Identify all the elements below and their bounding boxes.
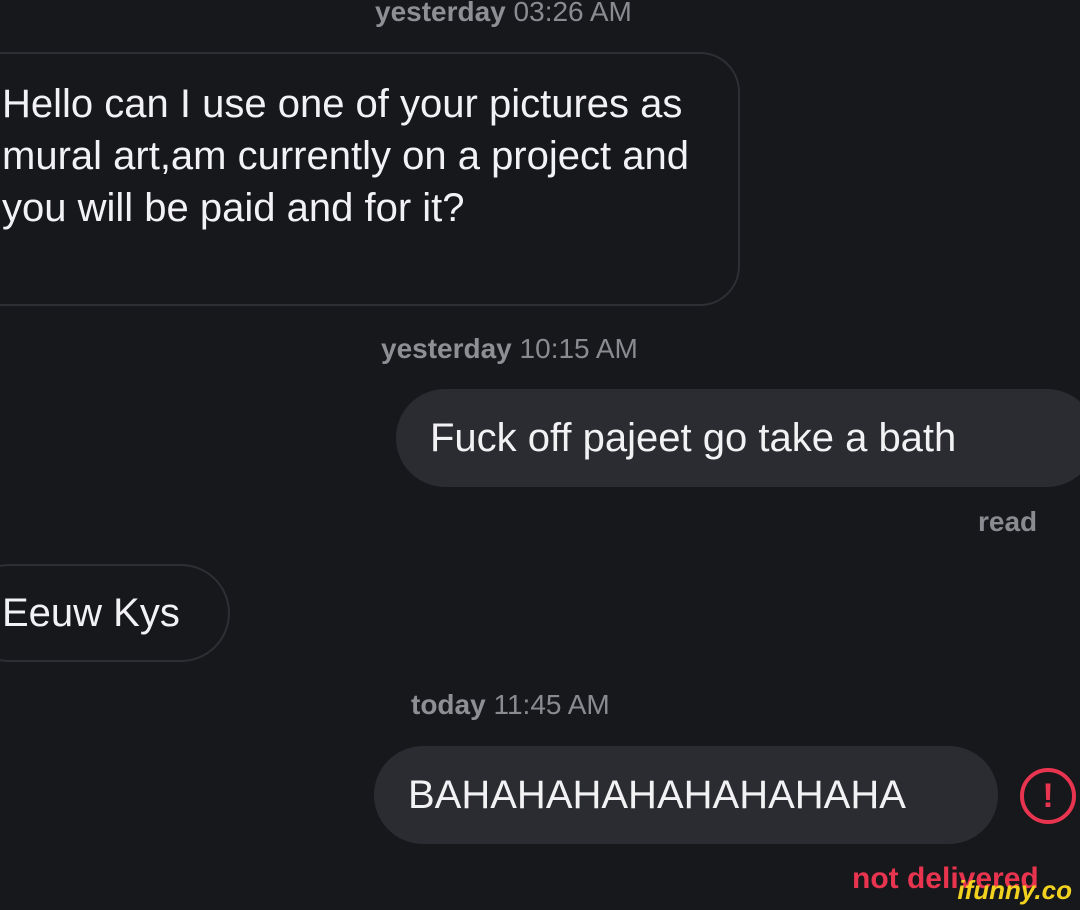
outgoing-message-bubble[interactable]: BAHAHAHAHAHAHAHAHA <box>374 746 998 844</box>
timestamp-time: 10:15 AM <box>519 333 638 364</box>
message-text: BAHAHAHAHAHAHAHAHA <box>408 773 906 817</box>
read-receipt: read <box>978 506 1038 537</box>
message-text: Eeuw Kys <box>2 591 180 635</box>
timestamp-3: today 11:45 AM <box>411 689 610 721</box>
exclamation-circle-icon[interactable]: ! <box>1020 768 1076 824</box>
incoming-message-bubble[interactable]: Hello can I use one of your pictures as … <box>0 52 740 306</box>
timestamp-1: yesterday 03:26 AM <box>375 0 632 28</box>
timestamp-day: yesterday <box>381 333 512 364</box>
timestamp-2: yesterday 10:15 AM <box>381 333 638 365</box>
incoming-message-bubble[interactable]: Eeuw Kys <box>0 564 230 662</box>
message-text: Fuck off pajeet go take a bath <box>430 416 957 460</box>
message-text: Hello can I use one of your pictures as … <box>2 82 689 230</box>
timestamp-day: yesterday <box>375 0 506 27</box>
chat-thread: yesterday 03:26 AM Hello can I use one o… <box>0 0 1080 910</box>
watermark-logo: ifunny.co <box>957 875 1072 905</box>
outgoing-message-bubble[interactable]: Fuck off pajeet go take a bath <box>396 389 1080 487</box>
timestamp-time: 03:26 AM <box>513 0 632 27</box>
timestamp-day: today <box>411 689 486 720</box>
timestamp-time: 11:45 AM <box>493 689 610 720</box>
